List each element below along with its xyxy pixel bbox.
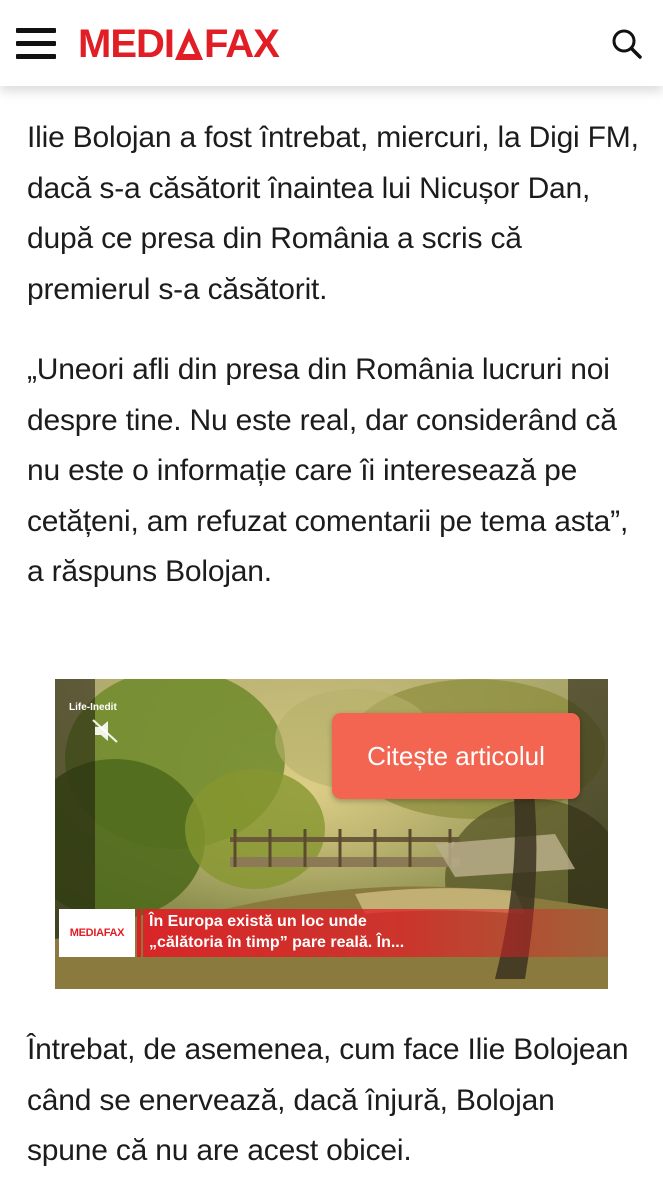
site-header: MEDI FAX	[0, 0, 663, 86]
embedded-video-player[interactable]: Life-Inedit Citește articolul MEDIAFAX Î…	[55, 679, 608, 989]
logo-text-right: FAX	[204, 22, 280, 66]
paragraph-text: Întrebat, de asemenea, cum face Ilie Bol…	[27, 1033, 629, 1167]
video-category-tag: Life-Inedit	[69, 702, 117, 713]
read-article-button[interactable]: Citește articolul	[332, 713, 580, 799]
divider-bar	[137, 909, 141, 957]
mediafax-logo[interactable]: MEDI FAX	[78, 22, 280, 66]
video-lower-third: MEDIAFAX În Europa există un loc unde „c…	[55, 907, 608, 963]
muted-speaker-icon[interactable]	[89, 716, 123, 746]
video-headline-line-1: În Europa există un loc unde	[149, 913, 367, 930]
badge-label: MEDIAFAX	[69, 927, 125, 939]
paragraph-text: „Uneori afli din presa din România lucru…	[27, 353, 629, 588]
logo-text-left: MEDI	[78, 22, 175, 66]
article-paragraph-1: Ilie Bolojan a fost întrebat, miercuri, …	[27, 113, 642, 315]
paragraph-text: Ilie Bolojan a fost întrebat, miercuri, …	[27, 121, 639, 306]
mediafax-badge: MEDIAFAX	[59, 909, 135, 957]
hamburger-menu-icon[interactable]	[16, 26, 56, 60]
video-headline-line-2: „călătoria în timp” pare reală. În...	[149, 934, 405, 951]
search-icon[interactable]	[611, 28, 643, 60]
logo-triangle-icon	[174, 24, 204, 64]
article-paragraph-3: Întrebat, de asemenea, cum face Ilie Bol…	[27, 1025, 642, 1177]
video-headline: În Europa există un loc unde „călătoria …	[149, 911, 579, 953]
article-paragraph-2: „Uneori afli din presa din România lucru…	[27, 345, 642, 598]
